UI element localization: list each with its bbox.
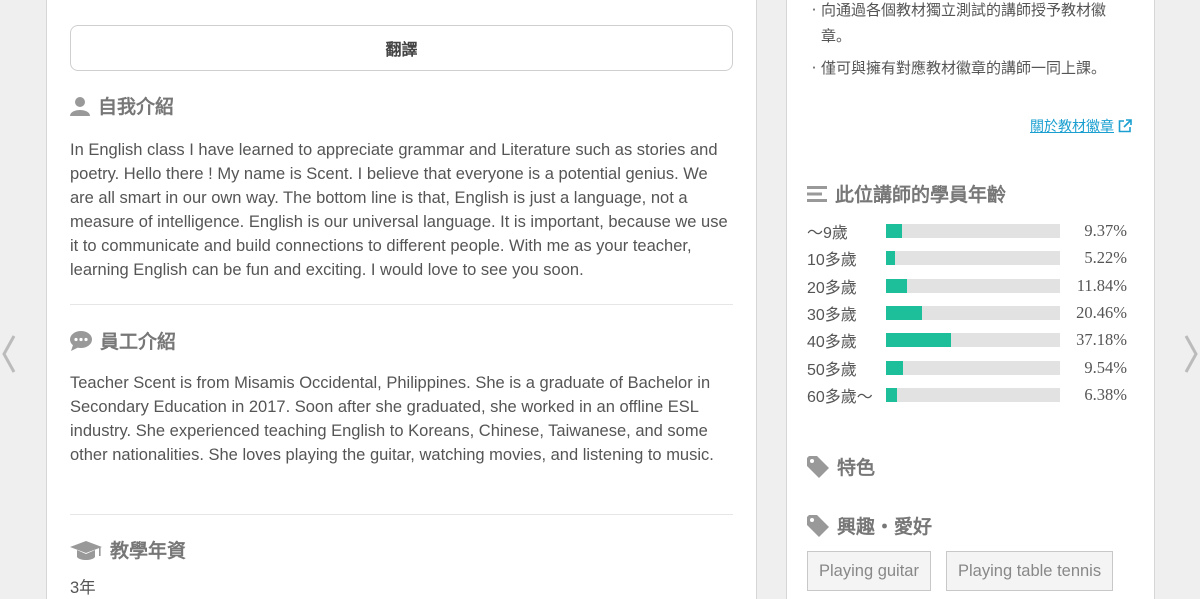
translate-button[interactable]: 翻譯 [70,25,733,71]
external-link-icon [1118,119,1132,133]
age-percent: 37.18% [1076,330,1127,350]
staff-intro-text: Teacher Scent is from Misamis Occidental… [70,374,714,464]
features-heading: 特色 [807,453,875,480]
age-bar-fill [886,224,903,238]
age-row: 20多歲 11.84% [807,275,1137,297]
hobby-tag: Playing table tennis [946,551,1114,591]
age-row: 50多歲 9.54% [807,357,1137,379]
age-bar-track [886,305,1060,320]
age-label: ～9歲 [807,225,848,242]
self-intro-title: 自我介紹 [98,96,175,118]
tag-icon [807,455,829,478]
staff-intro-heading: 員工介紹 [70,327,176,354]
section-divider [70,304,733,305]
graduation-cap-icon [70,539,102,561]
age-percent: 9.54% [1084,357,1127,377]
age-percent: 6.38% [1084,384,1127,404]
age-bar-fill [886,333,951,348]
prev-teacher-button[interactable] [0,332,20,376]
hobbies-heading: 興趣・愛好 [807,512,932,539]
age-bar-track [886,387,1060,402]
age-label: 50多歲 [807,361,857,379]
age-bar-fill [886,305,922,320]
staff-intro-title: 員工介紹 [100,331,177,353]
age-bar-track [886,333,1060,348]
age-row: 30多歲 20.46% [807,302,1137,324]
features-title: 特色 [837,457,876,479]
age-label: 40多歲 [807,334,857,352]
hobbies-title: 興趣・愛好 [837,516,933,538]
age-label: 60多歲～ [807,388,873,406]
age-percent: 11.84% [1076,275,1127,295]
age-bar-track [886,224,1060,238]
bar-list-icon [807,185,827,203]
chevron-left-icon [2,335,16,373]
age-label: 10多歲 [807,252,857,270]
chevron-right-icon [1184,335,1198,373]
teacher-profile-panel: 翻譯 自我介紹 In English class I have learned … [46,0,757,599]
age-percent: 5.22% [1084,248,1127,268]
age-percent: 9.37% [1084,221,1127,240]
age-row: 60多歲～ 6.38% [807,384,1137,406]
badge-note: · 僅可與擁有對應教材徽章的講師一同上課。 [811,59,1107,77]
age-bar-fill [886,251,896,266]
age-bar-fill [886,278,907,293]
chat-bubble-icon [70,330,92,351]
age-label: 30多歲 [807,306,857,324]
badge-note: · 向通過各個教材獨立測試的講師授予教材徽章。 [811,1,1107,45]
age-row: 40多歲 37.18% [807,330,1137,352]
section-divider [70,514,733,515]
age-label: 20多歲 [807,279,857,297]
age-stats-heading: 此位講師的學員年齡 [807,180,1006,207]
age-row: 10多歲 5.22% [807,248,1137,270]
age-bar-fill [886,360,903,375]
hobby-tag: Playing guitar [807,551,931,591]
age-bar-track [886,251,1060,266]
teacher-side-panel: · 向通過各個教材獨立測試的講師授予教材徽章。 · 僅可與擁有對應教材徽章的講師… [786,0,1155,599]
self-intro-heading: 自我介紹 [70,92,174,119]
tag-icon [807,514,829,537]
age-bar-fill [886,387,898,402]
badge-notes: · 向通過各個教材獨立測試的講師授予教材徽章。 · 僅可與擁有對應教材徽章的講師… [807,0,1127,87]
about-badges-link[interactable]: 關於教材徽章 [1030,116,1132,136]
experience-heading: 教學年資 [70,536,186,563]
age-row: ～9歲 9.37% [807,221,1137,242]
self-intro-text: In English class I have learned to appre… [70,141,728,279]
experience-value: 3年 [70,579,96,597]
user-icon [70,96,90,116]
experience-title: 教學年資 [110,540,187,562]
age-stats-title: 此位講師的學員年齡 [835,184,1007,206]
age-percent: 20.46% [1076,302,1127,322]
age-bar-track [886,278,1060,293]
next-teacher-button[interactable] [1180,332,1200,376]
age-bar-track [886,360,1060,375]
